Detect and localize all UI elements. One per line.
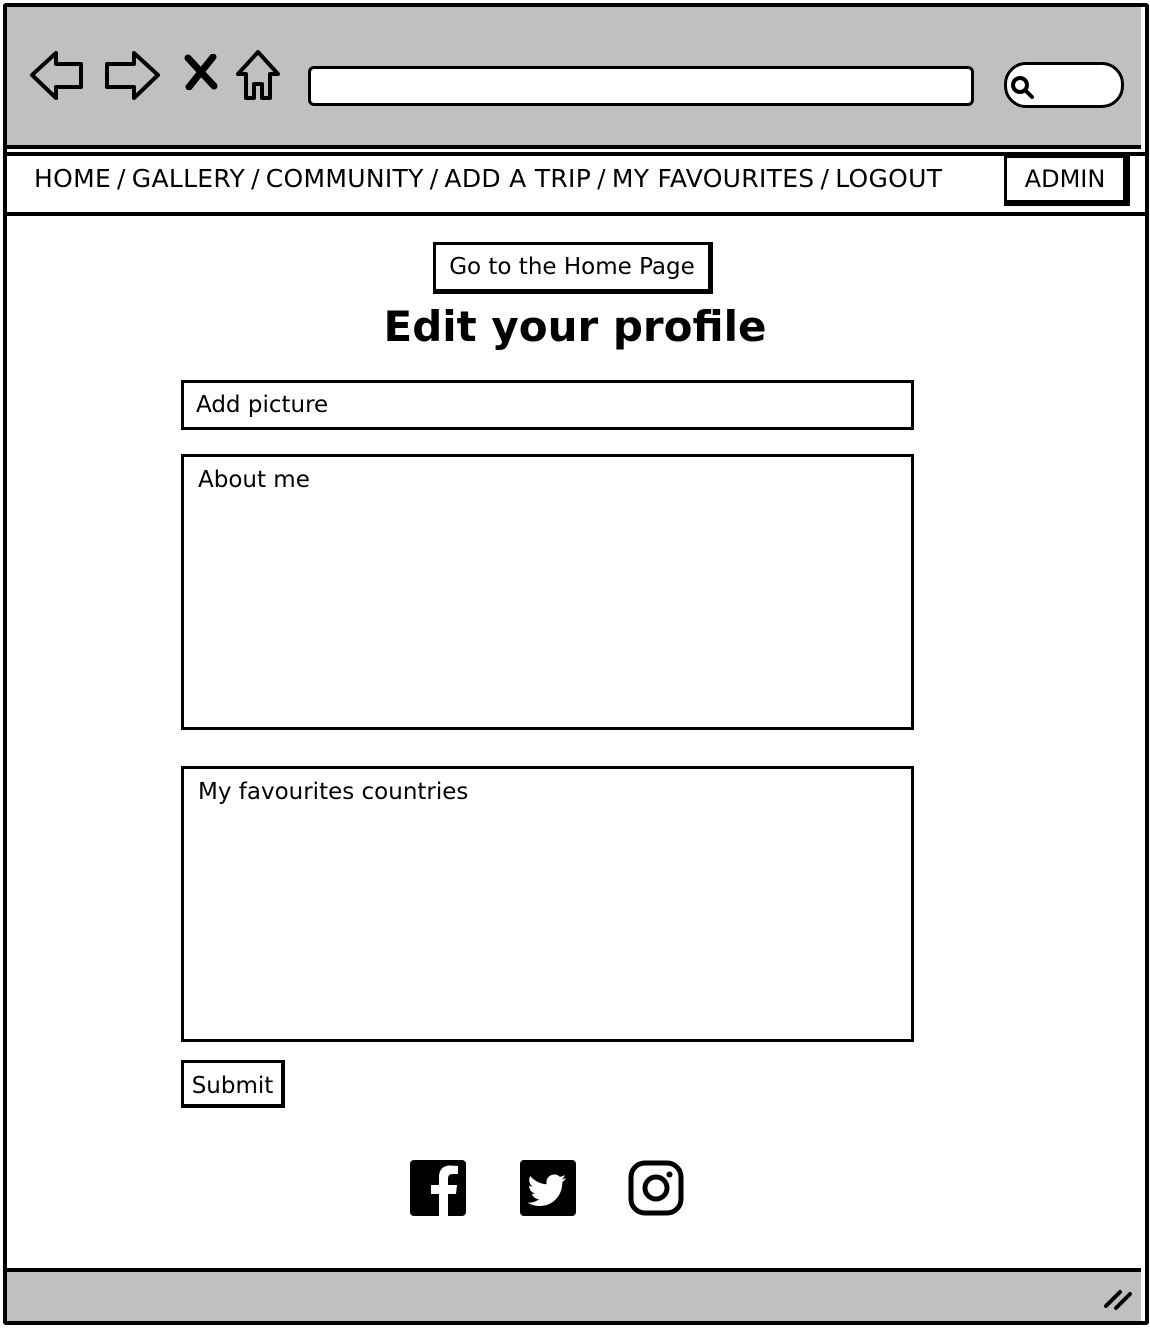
about-me-placeholder: About me [198, 467, 310, 493]
nav-link-home[interactable]: HOME [34, 164, 111, 193]
forward-arrow-icon[interactable] [102, 48, 162, 102]
home-page-button[interactable]: Go to the Home Page [433, 242, 713, 294]
nav-link-logout[interactable]: LOGOUT [835, 164, 942, 193]
nav-separator: / [429, 164, 439, 193]
nav-link-add-a-trip[interactable]: ADD A TRIP [444, 164, 591, 193]
submit-button[interactable]: Submit [181, 1060, 285, 1108]
facebook-icon[interactable] [410, 1160, 466, 1216]
nav-separator: / [820, 164, 830, 193]
nav-links: HOME / GALLERY / COMMUNITY / ADD A TRIP / MY FAV… [34, 164, 942, 193]
home-icon[interactable] [234, 48, 282, 102]
nav-separator: / [117, 164, 126, 193]
nav-separator: / [251, 164, 260, 193]
nav-separator: / [597, 164, 606, 193]
nav-link-my-favourites[interactable]: MY FAVOURITES [612, 164, 815, 193]
url-bar[interactable] [308, 66, 974, 106]
add-picture-placeholder: Add picture [196, 392, 329, 418]
add-picture-field[interactable]: Add picture [181, 380, 914, 430]
nav-link-gallery[interactable]: GALLERY [132, 164, 245, 193]
favourite-countries-placeholder: My favourites countries [198, 779, 469, 805]
back-arrow-icon[interactable] [28, 48, 86, 102]
nav-link-community[interactable]: COMMUNITY [266, 164, 424, 193]
instagram-icon[interactable] [628, 1160, 684, 1216]
twitter-icon[interactable] [520, 1160, 576, 1216]
close-icon[interactable] [184, 54, 218, 90]
favourite-countries-textarea[interactable]: My favourites countries [181, 766, 914, 1042]
about-me-textarea[interactable]: About me [181, 454, 914, 730]
resize-grip-icon[interactable] [1102, 1286, 1136, 1312]
browser-status-bar [7, 1268, 1141, 1321]
page-title: Edit your profile [383, 302, 767, 351]
admin-button[interactable]: ADMIN [1004, 155, 1130, 206]
search-icon [1011, 76, 1034, 99]
